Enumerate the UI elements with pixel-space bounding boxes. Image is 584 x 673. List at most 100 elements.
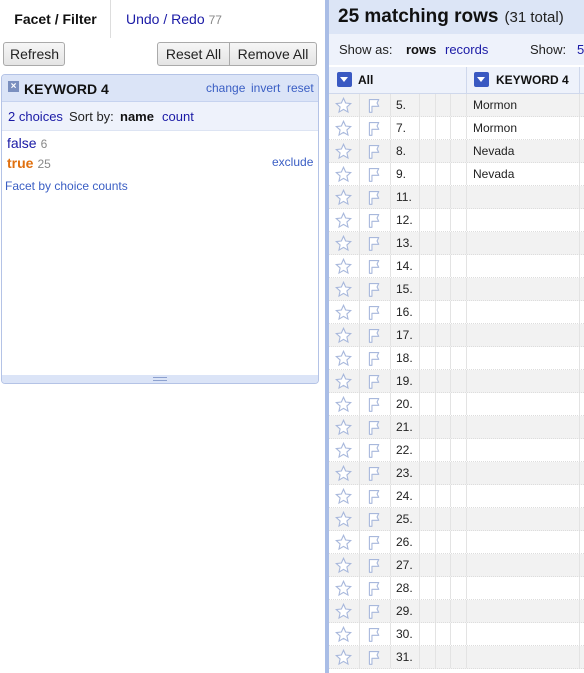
star-icon[interactable] [334, 119, 353, 137]
table-row: 27. [329, 554, 584, 577]
star-icon[interactable] [334, 372, 353, 390]
keyword4-cell[interactable]: Nevada [473, 167, 514, 181]
flag-icon[interactable] [366, 189, 383, 206]
star-icon[interactable] [334, 188, 353, 206]
flag-icon[interactable] [366, 465, 383, 482]
all-column-dropdown[interactable] [337, 72, 352, 87]
star-icon[interactable] [334, 326, 353, 344]
cell-divider [450, 439, 451, 461]
cell-divider [466, 163, 467, 185]
cell-divider [450, 531, 451, 553]
sort-by-name[interactable]: name [120, 109, 154, 124]
flag-icon[interactable] [366, 304, 383, 321]
star-icon[interactable] [334, 303, 353, 321]
cell-divider [435, 485, 436, 507]
flag-icon[interactable] [366, 373, 383, 390]
facet-choice-count: 6 [40, 137, 48, 151]
flag-icon[interactable] [366, 166, 383, 183]
table-row: 22. [329, 439, 584, 462]
show-as-rows[interactable]: rows [406, 42, 436, 57]
facet-choice-false[interactable]: false 6 [7, 135, 47, 151]
flag-icon[interactable] [366, 442, 383, 459]
flag-icon[interactable] [366, 534, 383, 551]
flag-icon[interactable] [366, 281, 383, 298]
keyword4-cell[interactable]: Nevada [473, 144, 514, 158]
keyword4-column-dropdown[interactable] [474, 72, 489, 87]
star-icon[interactable] [334, 464, 353, 482]
star-icon[interactable] [334, 280, 353, 298]
reset-all-button[interactable]: Reset All [157, 42, 230, 66]
tab-undo-redo[interactable]: Undo / Redo 77 [126, 0, 222, 38]
table-row: 21. [329, 416, 584, 439]
facet-by-counts-link[interactable]: Facet by choice counts [5, 179, 128, 193]
flag-icon[interactable] [366, 350, 383, 367]
star-icon[interactable] [334, 349, 353, 367]
star-icon[interactable] [334, 533, 353, 551]
star-icon[interactable] [334, 96, 353, 114]
facet-change-link[interactable]: change [206, 81, 245, 95]
star-icon[interactable] [334, 441, 353, 459]
cell-divider [419, 508, 420, 530]
tab-facet-filter[interactable]: Facet / Filter [0, 0, 111, 41]
star-icon[interactable] [334, 579, 353, 597]
flag-icon[interactable] [366, 626, 383, 643]
facet-invert-link[interactable]: invert [251, 81, 280, 95]
cell-divider [435, 577, 436, 599]
flag-icon[interactable] [366, 511, 383, 528]
flag-icon[interactable] [366, 143, 383, 160]
star-icon[interactable] [334, 257, 353, 275]
facet-choice-true[interactable]: true 25 [7, 155, 51, 171]
flag-icon[interactable] [366, 649, 383, 666]
cell-divider [466, 94, 467, 116]
cell-divider [466, 117, 467, 139]
cell-divider [579, 508, 580, 530]
flag-icon[interactable] [366, 120, 383, 137]
cell-divider [390, 439, 391, 461]
star-icon[interactable] [334, 418, 353, 436]
show-as-records[interactable]: records [445, 42, 488, 57]
keyword4-cell[interactable]: Mormon [473, 121, 517, 135]
flag-icon[interactable] [366, 419, 383, 436]
remove-all-button[interactable]: Remove All [229, 42, 317, 66]
star-icon[interactable] [334, 510, 353, 528]
facet-reset-link[interactable]: reset [287, 81, 314, 95]
table-row: 30. [329, 623, 584, 646]
cell-divider [390, 117, 391, 139]
refresh-button[interactable]: Refresh [3, 42, 65, 66]
facet-resize-handle[interactable] [2, 375, 318, 383]
star-icon[interactable] [334, 395, 353, 413]
flag-icon[interactable] [366, 212, 383, 229]
flag-icon[interactable] [366, 235, 383, 252]
cell-divider [435, 301, 436, 323]
facet-exclude-link[interactable]: exclude [272, 155, 313, 169]
cell-divider [419, 623, 420, 645]
star-icon[interactable] [334, 625, 353, 643]
cell-divider [390, 577, 391, 599]
star-icon[interactable] [334, 211, 353, 229]
star-icon[interactable] [334, 165, 353, 183]
flag-icon[interactable] [366, 557, 383, 574]
flag-icon[interactable] [366, 488, 383, 505]
sort-by-count[interactable]: count [162, 109, 194, 124]
close-icon[interactable]: × [8, 81, 19, 92]
table-header: All KEYWORD 4 [329, 67, 584, 94]
undo-count: 77 [208, 13, 222, 27]
star-icon[interactable] [334, 142, 353, 160]
page-size-option[interactable]: 5 [577, 42, 584, 57]
flag-icon[interactable] [366, 603, 383, 620]
table-row: 15. [329, 278, 584, 301]
star-icon[interactable] [334, 234, 353, 252]
flag-icon[interactable] [366, 396, 383, 413]
star-icon[interactable] [334, 487, 353, 505]
choices-count-link[interactable]: 2 choices [8, 109, 63, 124]
cell-divider [579, 416, 580, 438]
cell-divider [450, 416, 451, 438]
flag-icon[interactable] [366, 97, 383, 114]
star-icon[interactable] [334, 602, 353, 620]
flag-icon[interactable] [366, 327, 383, 344]
keyword4-cell[interactable]: Mormon [473, 98, 517, 112]
star-icon[interactable] [334, 648, 353, 666]
flag-icon[interactable] [366, 580, 383, 597]
flag-icon[interactable] [366, 258, 383, 275]
star-icon[interactable] [334, 556, 353, 574]
